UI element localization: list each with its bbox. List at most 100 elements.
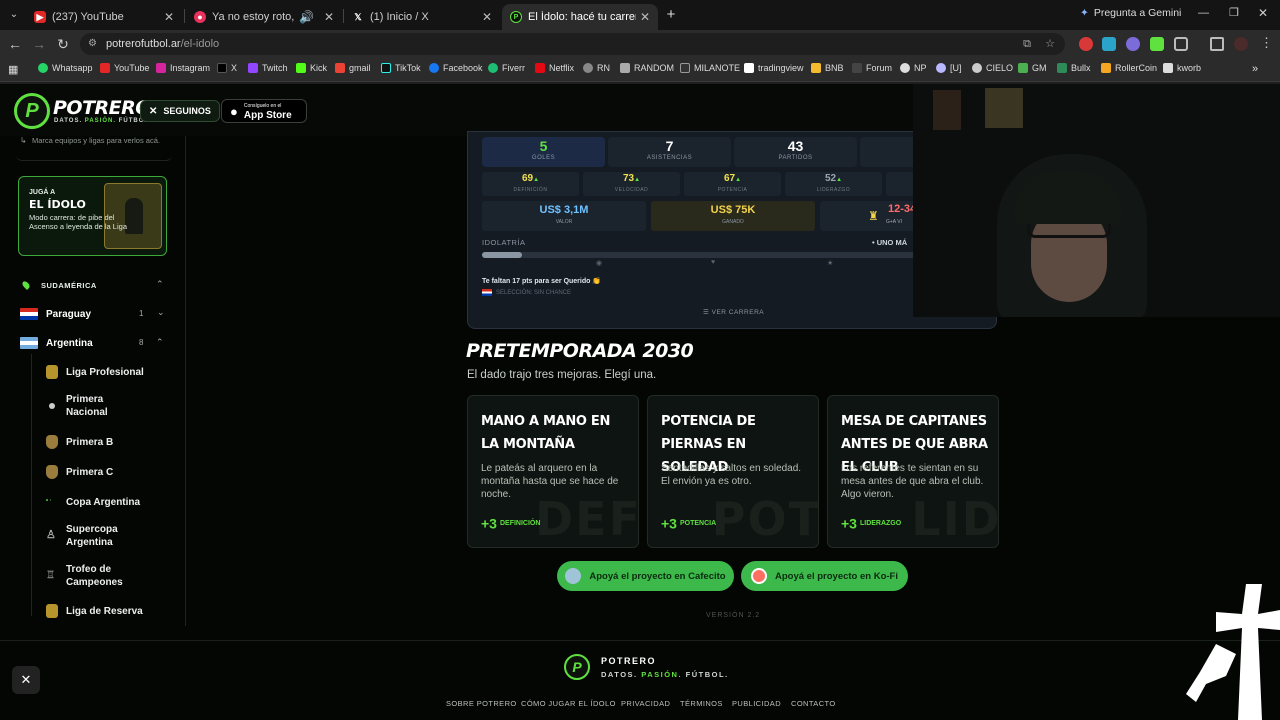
reload-button[interactable]: ↻ <box>54 35 72 53</box>
money-value: US$ 75K <box>710 204 756 216</box>
minimize-button[interactable]: — <box>1198 7 1209 19</box>
bookmark-np[interactable]: NP <box>900 63 927 73</box>
extension-icon[interactable] <box>1150 37 1164 51</box>
bookmark-gmail[interactable]: gmail <box>335 63 371 73</box>
bookmark-instagram[interactable]: Instagram <box>156 63 210 73</box>
footer-link-sobre[interactable]: SOBRE POTRERO <box>446 699 517 708</box>
tab-search-icon[interactable]: ⌄ <box>6 7 22 23</box>
close-icon[interactable]: ✕ <box>324 10 334 24</box>
tab-youtube[interactable]: ▶ (237) YouTube ✕ <box>26 4 182 30</box>
bookmark-rollercoin[interactable]: RollerCoin <box>1101 63 1157 73</box>
tab-music[interactable]: ● Ya no estoy roto, Pt. 1 (con 🔊 ✕ <box>186 4 342 30</box>
trofeo-logo-icon: ♖ <box>46 570 55 581</box>
tab-x[interactable]: 𝕏 (1) Inicio / X ✕ <box>344 4 500 30</box>
attr-value: 73 <box>622 173 635 184</box>
install-icon[interactable]: ⧉ <box>1023 33 1031 55</box>
speaker-icon[interactable]: 🔊 <box>299 10 314 24</box>
league-copa-argentina[interactable]: • · Copa Argentina <box>46 495 140 509</box>
league-primera-c[interactable]: Primera C <box>46 465 113 479</box>
footer-link-terminos[interactable]: TÉRMINOS <box>680 699 723 708</box>
league-liga-de-reserva[interactable]: Liga de Reserva <box>46 604 143 618</box>
gemini-button[interactable]: ✦ Pregunta a Gemini <box>1080 7 1181 19</box>
bookmark-kick[interactable]: Kick <box>296 63 327 73</box>
seleccion-status: SELECCIÓN: SIN CHANCE <box>482 289 571 296</box>
footer-link-como-jugar[interactable]: CÓMO JUGAR EL ÍDOLO <box>521 699 616 708</box>
option-card-liderazgo[interactable]: LID Mesa de capitanes antes de que abra … <box>827 395 999 548</box>
potrero-logo-icon[interactable]: P <box>14 93 50 129</box>
brand-tagline: DATOS. PASIÓN. FÚTBOL. <box>54 118 152 124</box>
bookmark-tradingview[interactable]: tradingview <box>744 63 804 73</box>
league-supercopa-argentina[interactable]: ♙ Supercopa Argentina <box>46 523 126 549</box>
bookmark-youtube[interactable]: YouTube <box>100 63 149 73</box>
bookmark-cielo[interactable]: CIELO <box>972 63 1013 73</box>
footer-link-privacidad[interactable]: PRIVACIDAD <box>621 699 670 708</box>
forward-button[interactable]: → <box>30 35 48 53</box>
bookmark-bullx[interactable]: Bullx <box>1057 63 1091 73</box>
league-name: Copa Argentina <box>66 496 141 508</box>
bookmark-u[interactable]: [U] <box>936 63 962 73</box>
bookmark-twitch[interactable]: Twitch <box>248 63 288 73</box>
menu-icon[interactable]: ⋮ <box>1260 35 1273 51</box>
browser-chrome: ⌄ ▶ (237) YouTube ✕ ● Ya no estoy roto, … <box>0 0 1280 84</box>
region-header[interactable]: SUDAMÉRICA <box>21 279 97 291</box>
cafecito-button[interactable]: Apoyá el proyecto en Cafecito <box>557 561 734 591</box>
apps-icon[interactable]: ▦ <box>8 63 18 76</box>
window-close-button[interactable]: ✕ <box>1258 6 1268 20</box>
league-trofeo-de-campeones[interactable]: ♖ Trofeo de Campeones <box>46 563 132 589</box>
milestone-icon: ◉ <box>596 260 603 267</box>
uno-mas-label: • UNO MÁ <box>872 238 908 247</box>
bookmark-gm[interactable]: GM <box>1018 63 1047 73</box>
close-icon[interactable]: ✕ <box>640 10 650 24</box>
bookmark-fiverr[interactable]: Fiverr <box>488 63 525 73</box>
country-paraguay[interactable]: Paraguay <box>20 308 91 320</box>
kofi-button[interactable]: Apoyá el proyecto en Ko-Fi <box>741 561 908 591</box>
site-info-icon[interactable]: ⚙ <box>88 33 97 55</box>
record-extension-icon[interactable] <box>1079 37 1093 51</box>
bookmark-forum[interactable]: Forum <box>852 63 892 73</box>
bookmark-kworb[interactable]: kworb <box>1163 63 1201 73</box>
footer-link-publicidad[interactable]: PUBLICIDAD <box>732 699 781 708</box>
app-store-button[interactable]: ● Consíguelo en el App Store <box>221 99 307 123</box>
tab-el-idolo[interactable]: P El Ídolo: hacé tu carrera en la Li ✕ <box>502 4 658 30</box>
bookmark-whatsapp[interactable]: Whatsapp <box>38 63 93 73</box>
option-card-potencia[interactable]: POT Potencia de piernas en soledad Senta… <box>647 395 819 548</box>
bookmark-random[interactable]: RANDOM <box>620 63 674 73</box>
more-bookmarks-icon[interactable]: » <box>1252 63 1258 75</box>
bookmark-x[interactable]: X <box>217 63 237 73</box>
league-primera-nacional[interactable]: Primera Nacional <box>46 393 126 419</box>
country-name: Argentina <box>46 337 93 349</box>
league-liga-profesional[interactable]: Liga Profesional <box>46 365 144 379</box>
footer-logo-icon[interactable]: P <box>564 654 590 680</box>
chevron-up-icon[interactable]: ⌃ <box>156 337 164 348</box>
bookmark-rn[interactable]: RN <box>583 63 610 73</box>
chevron-up-icon[interactable]: ⌃ <box>156 279 164 290</box>
chevron-down-icon[interactable]: ⌄ <box>157 307 165 318</box>
el-idolo-promo[interactable]: JUGÁ A EL ÍDOLO Modo carrera: de pibe de… <box>18 176 167 256</box>
profile-avatar[interactable] <box>1234 37 1248 51</box>
x-share-button[interactable]: ✕ <box>12 666 40 694</box>
brand-name[interactable]: POTRERO <box>53 97 151 119</box>
bookmark-facebook[interactable]: Facebook <box>429 63 483 73</box>
option-card-definicion[interactable]: DEF Mano a mano en la montaña Le pateás … <box>467 395 639 548</box>
close-icon[interactable]: ✕ <box>482 10 492 24</box>
bookmark-milanote[interactable]: MILANOTE <box>680 63 740 73</box>
bookmark-netflix[interactable]: Netflix <box>535 63 574 73</box>
extension-icon[interactable] <box>1102 37 1116 51</box>
extension-icon[interactable] <box>1126 37 1140 51</box>
restore-button[interactable]: ❐ <box>1229 6 1239 19</box>
country-argentina[interactable]: Argentina <box>20 337 93 349</box>
bookmark-bnb[interactable]: BNB <box>811 63 844 73</box>
league-primera-b[interactable]: Primera B <box>46 435 113 449</box>
attr-label: LIDERAZGO <box>816 187 851 193</box>
media-icon[interactable] <box>1210 37 1224 51</box>
footer-link-contacto[interactable]: CONTACTO <box>791 699 836 708</box>
new-tab-button[interactable]: + <box>662 6 680 24</box>
bookmark-star-icon[interactable]: ☆ <box>1045 33 1055 55</box>
ver-carrera-link[interactable]: ☰ VER CARRERA <box>703 308 764 316</box>
follow-button[interactable]: ✕ SEGUINOS <box>140 100 220 122</box>
back-button[interactable]: ← <box>6 35 24 53</box>
puzzle-icon[interactable] <box>1174 37 1188 51</box>
bookmark-tiktok[interactable]: TikTok <box>381 63 421 73</box>
close-icon[interactable]: ✕ <box>164 10 174 24</box>
url-field[interactable]: ⚙ potrerofutbol.ar/el-idolo ⧉ ☆ <box>80 33 1065 55</box>
